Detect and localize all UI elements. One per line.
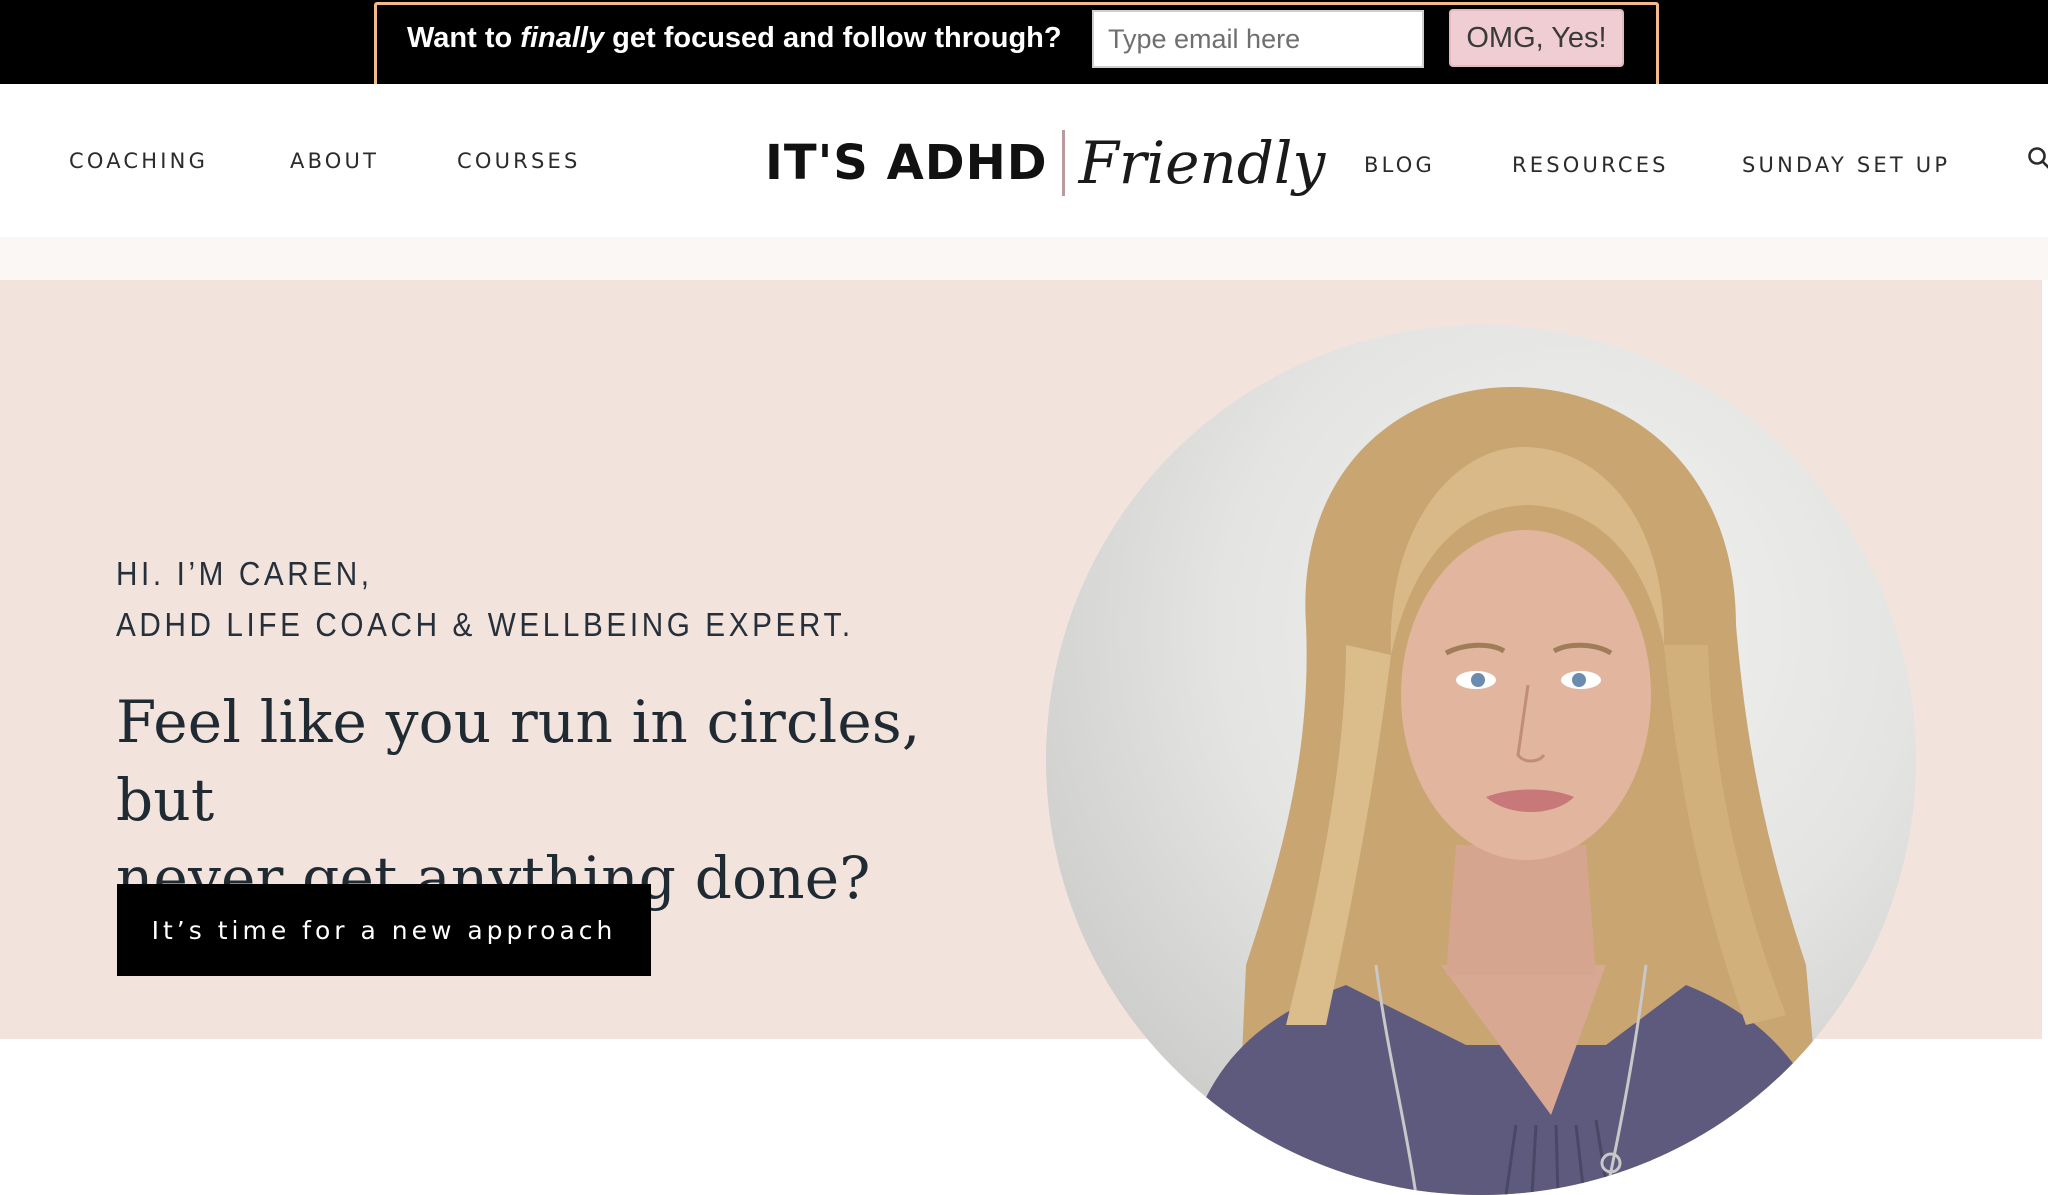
cta-button[interactable]: It’s time for a new approach: [117, 884, 651, 976]
hero-headline-line1: Feel like you run in circles, but: [116, 688, 921, 834]
promo-text-after: get focused and follow through?: [604, 22, 1062, 54]
hero-intro-line2: ADHD LIFE COACH & WELLBEING EXPERT.: [116, 599, 854, 650]
portrait-illustration: [1046, 325, 1916, 1195]
hero-intro-line1: HI. I’M CAREN,: [116, 548, 854, 599]
nav-resources[interactable]: RESOURCES: [1512, 152, 1669, 178]
header-divider-strip: [0, 237, 2048, 280]
search-icon[interactable]: [2026, 146, 2048, 170]
promo-text-emphasis: finally: [520, 22, 604, 54]
page-edge: [2042, 280, 2048, 1039]
nav-blog[interactable]: BLOG: [1364, 152, 1435, 178]
signup-button[interactable]: OMG, Yes!: [1449, 9, 1624, 67]
nav-sunday-set-up[interactable]: SUNDAY SET UP: [1742, 152, 1950, 178]
logo-divider: [1062, 130, 1065, 196]
logo-script-text: Friendly: [1079, 133, 1326, 193]
promo-text: Want to finally get focused and follow t…: [407, 20, 1062, 56]
hero-intro: HI. I’M CAREN, ADHD LIFE COACH & WELLBEI…: [116, 548, 854, 650]
email-input[interactable]: [1092, 10, 1424, 68]
logo-main-text: IT'S ADHD: [765, 133, 1048, 193]
nav-about[interactable]: ABOUT: [290, 148, 379, 174]
site-logo[interactable]: IT'S ADHD Friendly: [765, 126, 1325, 200]
promo-text-before: Want to: [407, 22, 520, 54]
hero-headline: Feel like you run in circles, butnever g…: [116, 683, 996, 917]
nav-courses[interactable]: COURSES: [457, 148, 580, 174]
coach-portrait: [1046, 325, 1916, 1195]
nav-coaching[interactable]: COACHING: [69, 148, 208, 174]
